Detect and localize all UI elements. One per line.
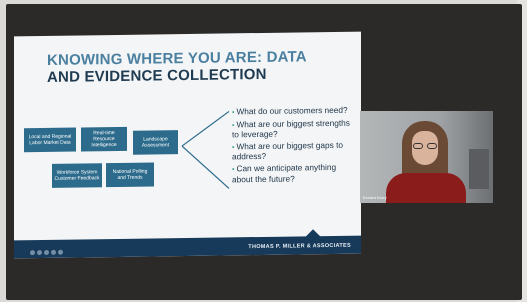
box-landscape-assessment: Landscape Assessment [133,130,178,155]
control-dot-icon[interactable] [58,249,63,255]
slide-controls[interactable] [30,249,63,256]
company-logo: THOMAS P. MILLER & ASSOCIATES [248,242,351,251]
bullet-item: • What do our customers need? [232,104,348,117]
box-national-polling: National Polling and Trends [106,162,154,188]
control-dot-icon[interactable] [37,250,42,256]
bullet-item: • What are our biggest strengths to lever… [232,117,350,140]
control-dot-icon[interactable] [51,249,56,255]
box-customer-feedback: Workforce System Customer Feedback [52,163,102,188]
participant-video[interactable]: Kendra Kerry [360,111,493,203]
participant-name: Kendra Kerry [363,195,387,200]
box-resource-intelligence: Real-time Resource Intelligence [81,126,127,152]
control-dot-icon[interactable] [44,249,49,256]
bullet-list: • What do our customers need? • What are o… [232,104,357,187]
presentation-slide: KNOWING WHERE YOU ARE: DATA AND EVIDENCE… [14,31,361,259]
video-shelf [469,149,489,189]
bullet-icon: • [232,121,235,129]
glasses-icon [412,143,438,149]
photo-scene: KNOWING WHERE YOU ARE: DATA AND EVIDENCE… [0,0,527,302]
bullet-icon: • [232,166,235,174]
bullet-item: • What are our biggest gaps to address? [232,139,343,162]
control-dot-icon[interactable] [30,250,35,256]
participant-shirt [386,173,466,203]
bullet-icon: • [232,144,235,152]
box-labor-market-data: Local and Regional Labor Market Data [24,127,76,153]
bullet-icon: • [232,109,235,117]
bullet-item: • Can we anticipate anything about the fu… [232,161,337,184]
